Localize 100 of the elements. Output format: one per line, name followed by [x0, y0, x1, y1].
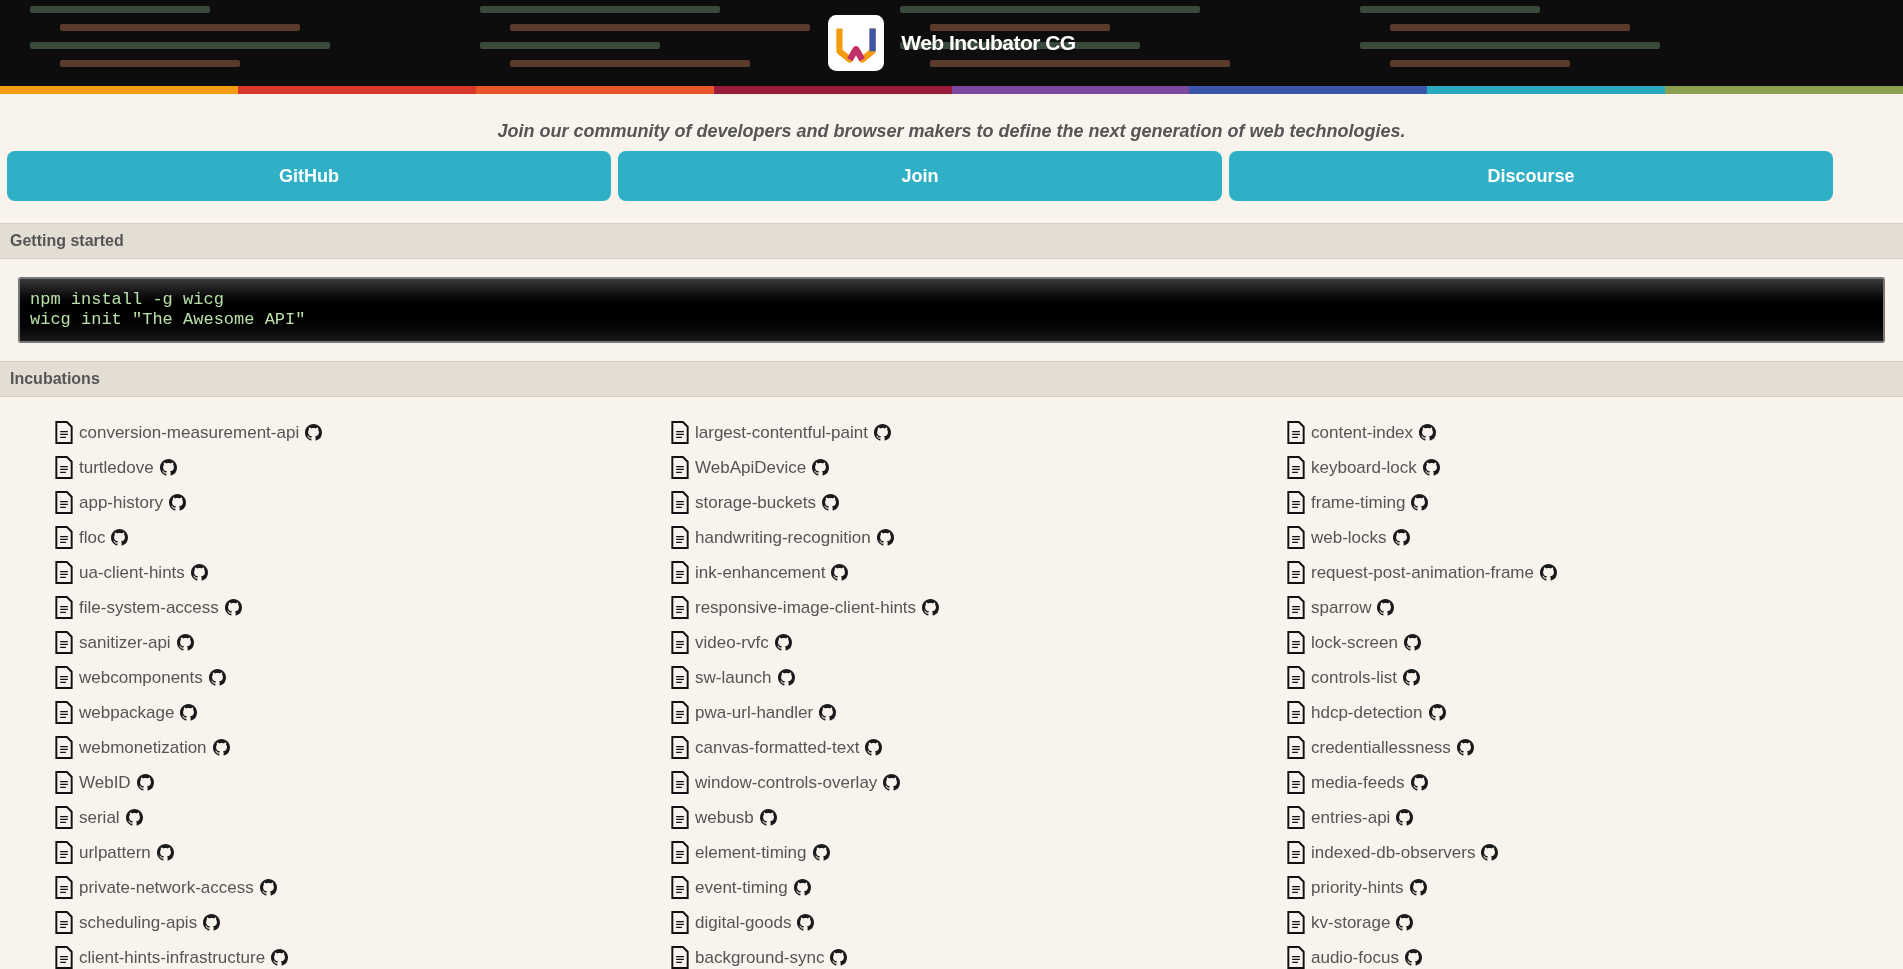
incubation-link[interactable]: client-hints-infrastructure	[79, 944, 266, 969]
github-icon[interactable]	[1481, 844, 1499, 861]
github-icon[interactable]	[873, 424, 891, 441]
incubation-link[interactable]: canvas-formatted-text	[695, 734, 860, 761]
github-icon[interactable]	[1402, 669, 1420, 686]
github-icon[interactable]	[259, 879, 277, 896]
github-icon[interactable]	[271, 949, 289, 966]
incubation-link[interactable]: web-locks	[1311, 524, 1387, 551]
document-icon	[1287, 876, 1305, 899]
incubation-link[interactable]: handwriting-recognition	[695, 524, 871, 551]
github-icon[interactable]	[777, 669, 795, 686]
incubation-link[interactable]: element-timing	[695, 839, 807, 866]
incubation-link[interactable]: webcomponents	[79, 664, 203, 691]
incubation-link[interactable]: event-timing	[695, 874, 788, 901]
incubation-link[interactable]: scheduling-apis	[79, 909, 198, 936]
incubation-link[interactable]: webusb	[695, 804, 754, 831]
github-icon[interactable]	[1377, 599, 1395, 616]
incubation-link[interactable]: floc	[79, 524, 106, 551]
incubation-link[interactable]: WebID	[79, 769, 131, 796]
github-icon[interactable]	[111, 529, 129, 546]
github-icon[interactable]	[1404, 949, 1422, 966]
github-icon[interactable]	[176, 634, 194, 651]
github-icon[interactable]	[876, 529, 894, 546]
incubation-link[interactable]: responsive-image-client-hints	[695, 594, 917, 621]
incubation-link[interactable]: urlpattern	[79, 839, 151, 866]
incubation-link[interactable]: file-system-access	[79, 594, 219, 621]
incubation-link[interactable]: background-sync	[695, 944, 825, 969]
github-icon[interactable]	[812, 844, 830, 861]
incubation-link[interactable]: sanitizer-api	[79, 629, 171, 656]
incubation-link[interactable]: frame-timing	[1311, 489, 1406, 516]
incubation-link[interactable]: sparrow	[1311, 594, 1372, 621]
github-icon[interactable]	[1396, 809, 1414, 826]
github-icon[interactable]	[1392, 529, 1410, 546]
github-icon[interactable]	[812, 459, 830, 476]
github-icon[interactable]	[203, 914, 221, 931]
github-icon[interactable]	[1409, 879, 1427, 896]
github-icon[interactable]	[797, 914, 815, 931]
incubation-link[interactable]: webpackage	[79, 699, 175, 726]
github-icon[interactable]	[180, 704, 198, 721]
document-icon	[671, 456, 689, 479]
github-icon[interactable]	[125, 809, 143, 826]
github-icon[interactable]	[1428, 704, 1446, 721]
incubation-link[interactable]: pwa-url-handler	[695, 699, 814, 726]
incubation-link[interactable]: keyboard-lock	[1311, 454, 1417, 481]
code-block: npm install -g wicg wicg init "The Awesome API"	[18, 277, 1885, 343]
github-icon[interactable]	[1411, 494, 1429, 511]
github-icon[interactable]	[865, 739, 883, 756]
github-icon[interactable]	[224, 599, 242, 616]
incubation-link[interactable]: credentiallessness	[1311, 734, 1451, 761]
incubation-link[interactable]: kv-storage	[1311, 909, 1391, 936]
incubation-link[interactable]: largest-contentful-paint	[695, 419, 868, 446]
incubation-link[interactable]: controls-list	[1311, 664, 1397, 691]
incubation-link[interactable]: window-controls-overlay	[695, 769, 878, 796]
github-icon[interactable]	[169, 494, 187, 511]
incubation-link[interactable]: private-network-access	[79, 874, 254, 901]
github-icon[interactable]	[136, 774, 154, 791]
incubation-link[interactable]: video-rvfc	[695, 629, 769, 656]
github-icon[interactable]	[759, 809, 777, 826]
incubation-link[interactable]: digital-goods	[695, 909, 792, 936]
github-icon[interactable]	[1540, 564, 1557, 581]
github-icon[interactable]	[1422, 459, 1440, 476]
incubation-link[interactable]: ink-enhancement	[695, 559, 826, 586]
github-icon[interactable]	[1419, 424, 1437, 441]
github-icon[interactable]	[819, 704, 837, 721]
document-icon	[671, 421, 689, 444]
incubation-link[interactable]: lock-screen	[1311, 629, 1398, 656]
github-icon[interactable]	[190, 564, 208, 581]
incubation-link[interactable]: entries-api	[1311, 804, 1391, 831]
incubation-link[interactable]: priority-hints	[1311, 874, 1404, 901]
incubation-link[interactable]: sw-launch	[695, 664, 772, 691]
github-icon[interactable]	[159, 459, 177, 476]
incubation-link[interactable]: conversion-measurement-api	[79, 419, 300, 446]
incubation-link[interactable]: request-post-animation-frame	[1311, 559, 1534, 586]
github-icon[interactable]	[1456, 739, 1474, 756]
github-icon[interactable]	[774, 634, 792, 651]
github-icon[interactable]	[883, 774, 901, 791]
incubation-link[interactable]: indexed-db-observers	[1311, 839, 1476, 866]
github-icon[interactable]	[830, 949, 848, 966]
github-icon[interactable]	[1410, 774, 1428, 791]
github-icon[interactable]	[1403, 634, 1421, 651]
incubation-link[interactable]: app-history	[79, 489, 164, 516]
incubation-link[interactable]: content-index	[1311, 419, 1414, 446]
incubation-link[interactable]: ua-client-hints	[79, 559, 185, 586]
github-icon[interactable]	[156, 844, 174, 861]
github-icon[interactable]	[1396, 914, 1414, 931]
github-icon[interactable]	[821, 494, 839, 511]
incubation-link[interactable]: webmonetization	[79, 734, 207, 761]
incubation-link[interactable]: media-feeds	[1311, 769, 1405, 796]
incubation-link[interactable]: storage-buckets	[695, 489, 816, 516]
github-icon[interactable]	[208, 669, 226, 686]
incubation-link[interactable]: serial	[79, 804, 120, 831]
incubation-link[interactable]: WebApiDevice	[695, 454, 807, 481]
github-icon[interactable]	[831, 564, 849, 581]
github-icon[interactable]	[305, 424, 323, 441]
github-icon[interactable]	[922, 599, 940, 616]
incubation-link[interactable]: audio-focus	[1311, 944, 1399, 969]
incubation-link[interactable]: turtledove	[79, 454, 154, 481]
incubation-link[interactable]: hdcp-detection	[1311, 699, 1423, 726]
github-icon[interactable]	[212, 739, 230, 756]
github-icon[interactable]	[793, 879, 811, 896]
